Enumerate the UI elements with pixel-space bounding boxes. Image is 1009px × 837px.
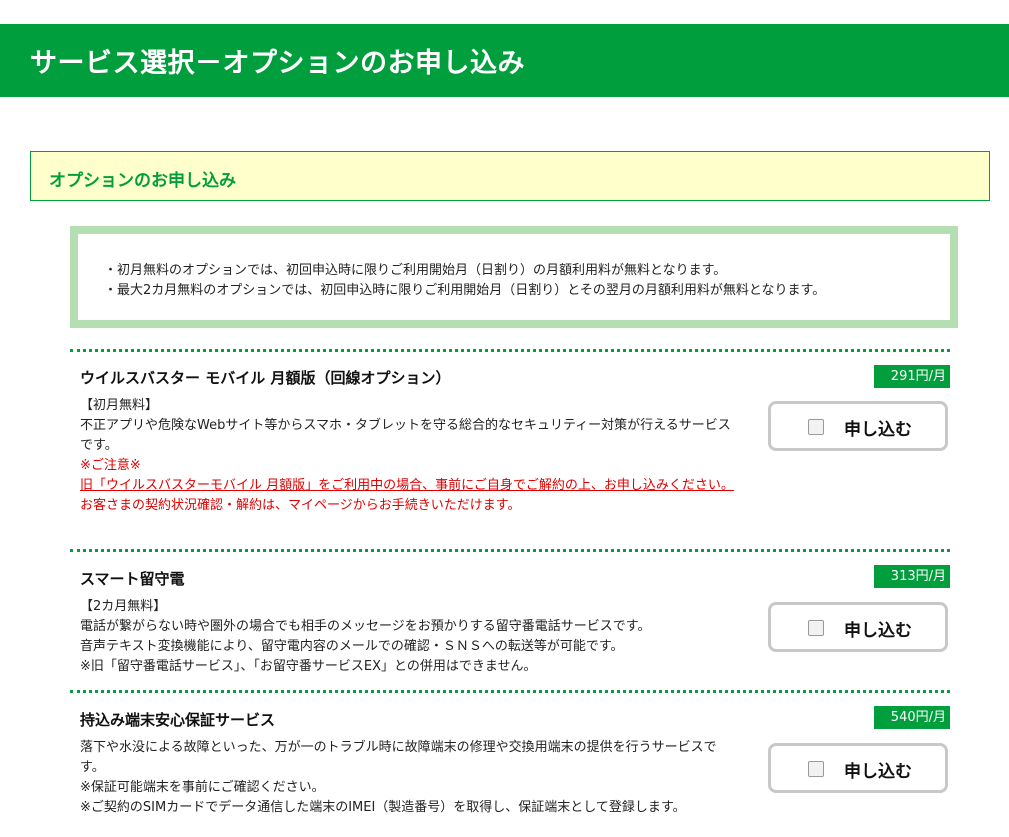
notice-box: ・初月無料のオプションでは、初回申込時に限りご利用開始月（日割り）の月額利用料が… xyxy=(70,226,958,328)
apply-button-device-warranty[interactable]: 申し込む xyxy=(768,743,948,793)
option-note: ※保証可能端末を事前にご確認ください。 xyxy=(80,780,325,795)
caution-link[interactable]: 旧「ウイルスバスターモバイル 月額版」をご利用中の場合、事前にご自身でご解約の上… xyxy=(80,476,740,496)
section-title: オプションのお申し込み xyxy=(49,171,236,191)
apply-button-smart-voicemail[interactable]: 申し込む xyxy=(768,602,948,652)
notice-line-first-month: ・初月無料のオプションでは、初回申込時に限りご利用開始月（日割り）の月額利用料が… xyxy=(104,263,727,278)
free-badge-text: 【初月無料】 xyxy=(80,398,159,413)
price-badge-virusbuster: 291円/月 xyxy=(874,365,950,388)
divider xyxy=(70,690,950,693)
option-title-smart-voicemail: スマート留守電 xyxy=(80,570,185,588)
apply-label: 申し込む xyxy=(844,420,912,440)
option-description: 落下や水没による故障といった、万が一のトラブル時に故障端末の修理や交換用端末の提… xyxy=(80,740,717,775)
divider xyxy=(70,549,950,552)
option-note: ※ご契約のSIMカードでデータ通信した端末のIMEI（製造番号）を取得し、保証端… xyxy=(80,800,686,815)
option-description: 電話が繋がらない時や圏外の場合でも相手のメッセージをお預かりする留守番電話サービ… xyxy=(80,619,651,634)
caution-note: お客さまの契約状況確認・解約は、マイページからお手続きいただけます。 xyxy=(80,498,521,513)
option-desc-device-warranty: 落下や水没による故障といった、万が一のトラブル時に故障端末の修理や交換用端末の提… xyxy=(80,738,740,818)
free-badge-text: 【2カ月無料】 xyxy=(80,599,167,614)
option-title-virusbuster: ウイルスバスター モバイル 月額版（回線オプション） xyxy=(80,369,451,387)
apply-button-virusbuster[interactable]: 申し込む xyxy=(768,401,948,451)
option-desc-virusbuster: 【初月無料】 不正アプリや危険なWebサイト等からスマホ・タブレットを守る総合的… xyxy=(80,396,740,516)
price-badge-device-warranty: 540円/月 xyxy=(874,706,950,729)
page-title: サービス選択－オプションのお申し込み xyxy=(30,48,525,79)
option-desc-smart-voicemail: 【2カ月無料】 電話が繋がらない時や圏外の場合でも相手のメッセージをお預かりする… xyxy=(80,597,740,677)
notice-line-two-months: ・最大2カ月無料のオプションでは、初回申込時に限りご利用開始月（日割り）とその翌… xyxy=(104,283,826,298)
option-description: 音声テキスト変換機能により、留守電内容のメールでの確認・ＳＮＳへの転送等が可能で… xyxy=(80,639,624,654)
divider xyxy=(70,349,950,352)
checkbox-virusbuster[interactable] xyxy=(808,419,824,435)
page-header: サービス選択－オプションのお申し込み xyxy=(0,24,1009,97)
apply-label: 申し込む xyxy=(844,621,912,641)
section-header: オプションのお申し込み xyxy=(30,151,990,201)
price-badge-smart-voicemail: 313円/月 xyxy=(874,565,950,588)
caution-title: ※ご注意※ xyxy=(80,458,141,473)
option-title-device-warranty: 持込み端末安心保証サービス xyxy=(80,711,276,729)
option-description: 不正アプリや危険なWebサイト等からスマホ・タブレットを守る総合的なセキュリティ… xyxy=(80,418,731,453)
option-note: ※旧「留守番電話サービス」、「お留守番サービスEX」との併用はできません。 xyxy=(80,659,537,674)
checkbox-smart-voicemail[interactable] xyxy=(808,620,824,636)
checkbox-device-warranty[interactable] xyxy=(808,761,824,777)
apply-label: 申し込む xyxy=(844,762,912,782)
